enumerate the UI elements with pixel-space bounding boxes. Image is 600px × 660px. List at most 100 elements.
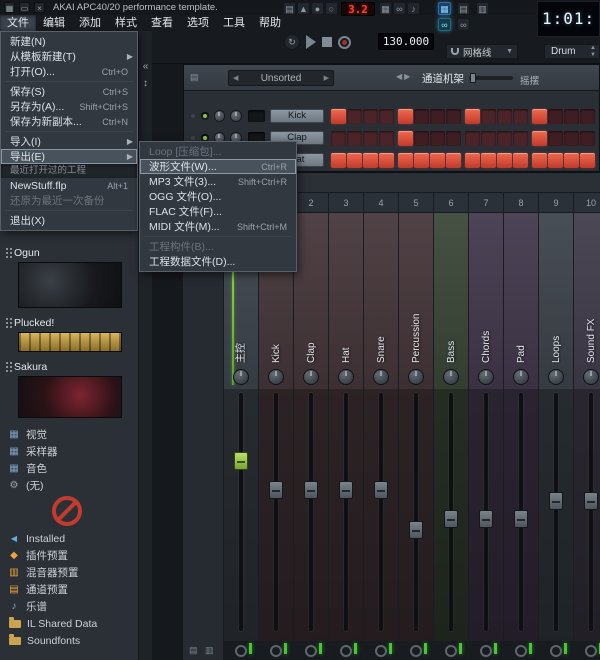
mixer-mute-button[interactable] [480, 645, 492, 657]
file-menu-item-12[interactable]: NewStuff.flpAlt+1 [1, 178, 137, 193]
midi-link-icon[interactable]: ∞ [457, 18, 470, 31]
step-cell[interactable] [513, 153, 528, 168]
browser-item-5[interactable]: Installed [0, 530, 138, 547]
mixer-mute-button[interactable] [270, 645, 282, 657]
file-menu-item-15[interactable]: 退出(X) [1, 213, 137, 228]
mixer-mute-button[interactable] [550, 645, 562, 657]
close-icon[interactable]: × [34, 2, 45, 13]
rack-nav-icons[interactable]: ◀▶ [396, 72, 412, 81]
mixer-fader-handle[interactable] [269, 481, 283, 499]
snap-selector[interactable]: 网格线 ▼ [446, 44, 518, 59]
step-cell[interactable] [465, 153, 480, 168]
step-cell[interactable] [414, 131, 429, 146]
mixer-pan-knob[interactable] [338, 369, 354, 385]
mixer-fader-handle[interactable] [339, 481, 353, 499]
file-menu-item-9[interactable]: 导入(I)▶ [1, 134, 137, 149]
browser-item-6[interactable]: 插件预置 [0, 547, 138, 564]
file-menu-item-2[interactable]: 从模板新建(T)▶ [1, 49, 137, 64]
export-menu-item-3[interactable]: MP3 文件(3)...Shift+Ctrl+R [140, 174, 296, 189]
step-edit-icon[interactable]: ▦ [379, 2, 392, 15]
tempo-display[interactable]: 130.000 [378, 33, 434, 50]
step-cell[interactable] [548, 109, 563, 124]
plugin-preview-sakura[interactable] [18, 376, 122, 418]
mixer-pan-knob[interactable] [548, 369, 564, 385]
mixer-mute-button[interactable] [445, 645, 457, 657]
mixer-pan-knob[interactable] [373, 369, 389, 385]
step-cell[interactable] [331, 131, 346, 146]
stop-button[interactable] [322, 37, 332, 47]
step-cell[interactable] [580, 131, 595, 146]
step-cell[interactable] [564, 109, 579, 124]
rack-menu-icon[interactable]: ▤ [190, 72, 199, 83]
step-cell[interactable] [548, 131, 563, 146]
step-cell[interactable] [532, 153, 547, 168]
mixer-button[interactable]: ▥ [476, 2, 489, 15]
step-cell[interactable] [379, 109, 394, 124]
metronome-icon[interactable]: ▲ [297, 2, 310, 15]
mixer-mute-button[interactable] [340, 645, 352, 657]
piano-roll-button[interactable]: ▤ [457, 2, 470, 15]
group-next-icon[interactable]: ▶ [324, 74, 329, 82]
export-menu-item-2[interactable]: 波形文件(W)...Ctrl+R [140, 159, 296, 174]
plugin-item-sakura[interactable]: Sakura [6, 360, 138, 374]
step-cell[interactable] [398, 131, 413, 146]
mixer-fader-handle[interactable] [549, 492, 563, 510]
mixer-pan-knob[interactable] [303, 369, 319, 385]
channel-pan-knob[interactable] [214, 110, 226, 122]
swing-slider[interactable] [469, 76, 513, 80]
step-cell[interactable] [347, 131, 362, 146]
channel-group-selector[interactable]: ◀ Unsorted ▶ [228, 70, 334, 86]
mixer-pan-knob[interactable] [583, 369, 599, 385]
step-cell[interactable] [347, 109, 362, 124]
step-cell[interactable] [363, 153, 378, 168]
pattern-spinner-icon[interactable]: ▲▼ [590, 45, 596, 59]
step-cell[interactable] [548, 153, 563, 168]
browser-item-1[interactable]: 视觉 [0, 426, 138, 443]
step-cell[interactable] [446, 153, 461, 168]
mixer-fader-handle[interactable] [444, 510, 458, 528]
browser-item-2[interactable]: 采样器 [0, 443, 138, 460]
mixer-fader-handle[interactable] [304, 481, 318, 499]
step-cell[interactable] [363, 131, 378, 146]
pattern-selector[interactable]: Drum ▲▼ [544, 44, 600, 59]
mixer-pan-knob[interactable] [408, 369, 424, 385]
mixer-mute-button[interactable] [235, 645, 247, 657]
step-cell[interactable] [564, 131, 579, 146]
plugin-preview-ogun[interactable] [18, 262, 122, 308]
mixer-fader-handle[interactable] [409, 521, 423, 539]
export-menu-item-6[interactable]: MIDI 文件(M)...Shift+Ctrl+M [140, 219, 296, 234]
mixer-pan-knob[interactable] [233, 369, 249, 385]
multilink-icon[interactable]: ∞ [393, 2, 406, 15]
file-menu-item-10[interactable]: 导出(E)▶ [1, 149, 137, 164]
step-cell[interactable] [398, 153, 413, 168]
plugin-preview-plucked[interactable] [18, 332, 122, 352]
menubar-item-6[interactable]: 选项 [180, 15, 216, 31]
menubar-item-5[interactable]: 查看 [144, 15, 180, 31]
app-grid-icon[interactable]: ▦ [4, 2, 15, 13]
step-cell[interactable] [481, 153, 496, 168]
channel-volume-knob[interactable] [230, 110, 242, 122]
group-prev-icon[interactable]: ◀ [233, 74, 238, 82]
channel-enable-toggle[interactable] [201, 112, 209, 120]
record-button[interactable] [338, 36, 351, 49]
mixer-fader-handle[interactable] [234, 452, 248, 470]
mixer-mute-button[interactable] [410, 645, 422, 657]
step-cell[interactable] [481, 131, 496, 146]
mixer-mute-button[interactable] [515, 645, 527, 657]
step-cell[interactable] [532, 109, 547, 124]
step-cell[interactable] [465, 109, 480, 124]
collapse-browser-icon[interactable]: « [139, 61, 152, 72]
overdub-icon[interactable]: ♪ [407, 2, 420, 15]
step-cell[interactable] [446, 131, 461, 146]
step-cell[interactable] [379, 153, 394, 168]
mixer-mute-button[interactable] [375, 645, 387, 657]
export-menu-item-9[interactable]: 工程数据文件(D)... [140, 254, 296, 269]
mixer-fader-handle[interactable] [514, 510, 528, 528]
step-cell[interactable] [430, 131, 445, 146]
menubar-item-8[interactable]: 帮助 [252, 15, 288, 31]
menubar-item-7[interactable]: 工具 [216, 15, 252, 31]
step-cell[interactable] [414, 153, 429, 168]
step-cell[interactable] [363, 109, 378, 124]
plugin-item-plucked[interactable]: Plucked! [6, 316, 138, 330]
file-menu-item-6[interactable]: 另存为(A)...Shift+Ctrl+S [1, 99, 137, 114]
